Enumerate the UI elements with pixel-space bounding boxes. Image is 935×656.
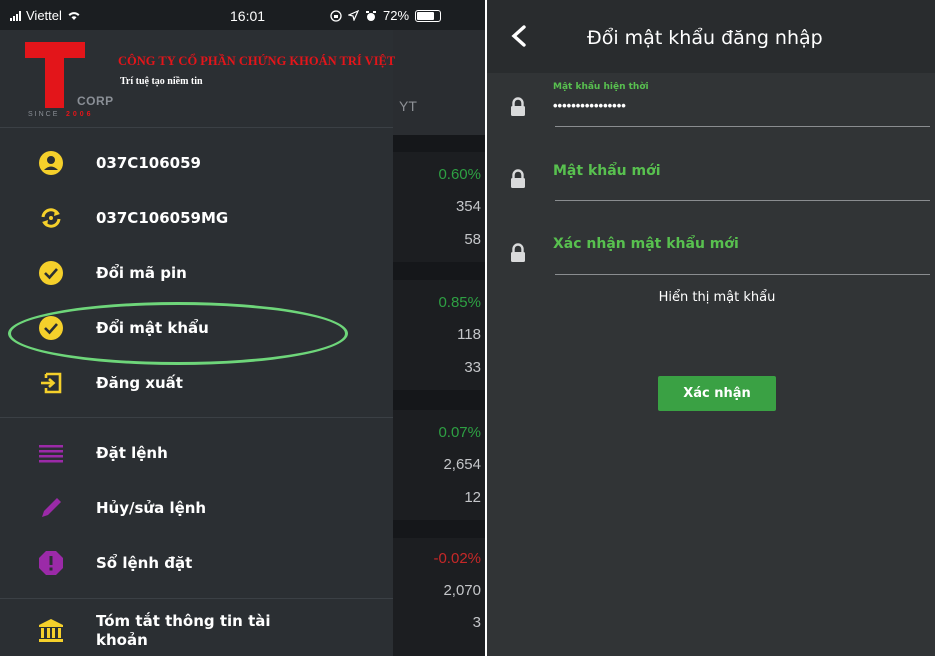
back-arrow-icon[interactable] <box>509 24 529 48</box>
status-left: Viettel <box>10 8 81 23</box>
market-row[interactable]: 0.85% 118 33 <box>393 280 485 390</box>
drawer-header: CORP SINCE 2006 CÔNG TY CỔ PHẦN CHỨNG KH… <box>0 30 396 128</box>
menu-item-place-order[interactable]: Đặt lệnh <box>0 428 393 478</box>
check-circle-icon <box>39 261 63 285</box>
change-password-screen: Đổi mật khẩu đăng nhập Mật khẩu hiện thờ… <box>487 0 935 656</box>
menu-item-label: Đăng xuất <box>96 374 183 392</box>
confirm-password-field[interactable]: Xác nhận mật khẩu mới <box>487 224 935 284</box>
current-password-input[interactable]: •••••••••••••••• <box>553 98 626 113</box>
menu-item-sub-account[interactable]: 037C106059MG <box>0 193 393 243</box>
input-underline <box>555 126 930 127</box>
status-bar: Viettel 16:01 72% <box>0 0 485 30</box>
row-value: 354 <box>455 198 481 215</box>
submit-button[interactable]: Xác nhận <box>658 376 776 411</box>
pencil-icon <box>42 498 61 517</box>
current-password-field[interactable]: Mật khẩu hiện thời •••••••••••••••• <box>487 78 935 138</box>
navigation-drawer: CORP SINCE 2006 CÔNG TY CỔ PHẦN CHỨNG KH… <box>0 30 396 656</box>
change-percent: 0.07% <box>438 424 481 441</box>
lock-icon <box>511 243 525 262</box>
change-percent: 0.60% <box>438 166 481 183</box>
check-circle-icon <box>39 316 63 340</box>
logo-since-text: SINCE <box>28 111 60 118</box>
battery-icon <box>415 9 442 22</box>
app-header: Đổi mật khẩu đăng nhập <box>487 0 935 73</box>
logo-corp-text: CORP <box>77 94 114 108</box>
market-row[interactable]: -0.02% 2,070 3 <box>393 538 485 656</box>
company-logo <box>25 42 85 112</box>
new-password-field[interactable]: Mật khẩu mới <box>487 150 935 210</box>
location-icon <box>348 10 359 21</box>
user-icon <box>39 151 63 175</box>
company-slogan: Trí tuệ tạo niềm tin <box>120 76 203 87</box>
menu-item-cancel-modify[interactable]: Hủy/sửa lệnh <box>0 483 393 533</box>
menu-item-label: Đặt lệnh <box>96 444 168 462</box>
menu-screen: Viettel 16:01 72% YT 0.60% 354 58 0.85% … <box>0 0 485 656</box>
wifi-icon <box>68 12 80 20</box>
menu-item-order-book[interactable]: Sổ lệnh đặt <box>0 538 393 588</box>
menu-item-logout[interactable]: Đăng xuất <box>0 358 393 408</box>
row-value: 118 <box>457 326 481 343</box>
menu-item-label: Tóm tắt thông tin tài khoản <box>96 612 271 649</box>
company-name: CÔNG TY CỔ PHẦN CHỨNG KHOÁN TRÍ VIỆT <box>118 54 396 68</box>
carrier-name: Viettel <box>26 8 62 23</box>
menu-item-label: Sổ lệnh đặt <box>96 554 193 572</box>
bank-icon <box>39 619 63 642</box>
market-row[interactable]: 0.60% 354 58 <box>393 152 485 262</box>
menu-divider <box>0 417 393 418</box>
logout-icon <box>41 372 62 394</box>
row-value: 3 <box>472 614 481 631</box>
menu-item-account-summary[interactable]: Tóm tắt thông tin tài khoản <box>0 606 393 656</box>
show-password-toggle[interactable]: Hiển thị mật khẩu <box>487 290 935 305</box>
current-password-label: Mật khẩu hiện thời <box>553 82 649 92</box>
row-value: 2,070 <box>443 582 481 599</box>
market-list-header: YT <box>393 30 485 135</box>
column-header: YT <box>399 98 417 114</box>
input-underline <box>555 274 930 275</box>
menu-divider <box>0 598 393 599</box>
menu-item-label: 037C106059MG <box>96 209 229 227</box>
menu-item-change-pin[interactable]: Đổi mã pin <box>0 248 393 298</box>
menu-item-label: 037C106059 <box>96 154 201 172</box>
lock-rotation-icon <box>330 9 342 22</box>
market-list-background: YT 0.60% 354 58 0.85% 118 33 0.07% 2,654… <box>393 30 485 656</box>
input-underline <box>555 200 930 201</box>
alert-octagon-icon <box>39 551 63 575</box>
switch-account-icon <box>41 208 61 228</box>
menu-item-label: Đổi mã pin <box>96 264 187 282</box>
menu-item-label: Đổi mật khẩu <box>96 319 209 337</box>
change-percent: -0.02% <box>433 550 481 567</box>
menu-item-change-password[interactable]: Đổi mật khẩu <box>0 303 393 353</box>
logo-year-text: 2006 <box>66 111 94 118</box>
row-value: 58 <box>464 231 481 248</box>
confirm-password-input[interactable]: Xác nhận mật khẩu mới <box>553 236 739 252</box>
new-password-input[interactable]: Mật khẩu mới <box>553 163 661 179</box>
list-icon <box>39 445 63 463</box>
row-value: 2,654 <box>443 456 481 473</box>
signal-icon <box>10 10 21 21</box>
lock-icon <box>511 169 525 188</box>
row-value: 33 <box>464 359 481 376</box>
menu-item-label: Hủy/sửa lệnh <box>96 499 207 517</box>
change-percent: 0.85% <box>438 294 481 311</box>
status-time: 16:01 <box>230 8 266 24</box>
status-right: 72% <box>330 8 442 23</box>
alarm-icon <box>366 10 376 21</box>
row-value: 12 <box>464 489 481 506</box>
battery-percent: 72% <box>383 8 410 23</box>
page-title: Đổi mật khẩu đăng nhập <box>587 27 823 49</box>
lock-icon <box>511 97 525 116</box>
menu-item-account[interactable]: 037C106059 <box>0 138 393 188</box>
market-row[interactable]: 0.07% 2,654 12 <box>393 410 485 520</box>
